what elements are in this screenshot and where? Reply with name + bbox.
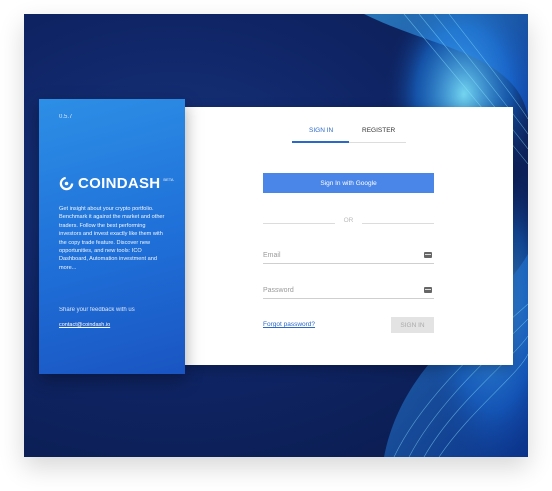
feedback-text: Share your feedback with us xyxy=(59,307,135,313)
google-sign-in-button[interactable]: Sign In with Google xyxy=(263,173,434,193)
active-tab-indicator xyxy=(292,141,349,143)
auth-tabs: SIGN IN REGISTER xyxy=(292,121,406,143)
tab-sign-in[interactable]: SIGN IN xyxy=(309,127,333,134)
contact-email-link[interactable]: contact@coindash.io xyxy=(59,322,110,328)
brand-description: Get insight about your crypto portfolio.… xyxy=(59,206,165,271)
coindash-logo-icon xyxy=(59,176,74,191)
email-placeholder: Email xyxy=(263,252,281,259)
password-placeholder: Password xyxy=(263,287,294,294)
beta-badge: BETA xyxy=(163,177,174,182)
sign-in-button[interactable]: SIGN IN xyxy=(391,317,434,333)
brand-name: COINDASH xyxy=(78,175,161,192)
password-field[interactable]: Password xyxy=(263,284,434,299)
keyboard-icon xyxy=(424,287,432,293)
or-divider: OR xyxy=(263,217,434,227)
email-field[interactable]: Email xyxy=(263,249,434,264)
forgot-password-link[interactable]: Forgot password? xyxy=(263,321,315,328)
auth-panel: SIGN IN REGISTER Sign In with Google OR … xyxy=(185,107,513,365)
brand-panel: 0.5.7 COINDASH BETA Get insight about yo… xyxy=(39,99,185,374)
tab-register[interactable]: REGISTER xyxy=(362,127,395,134)
brand-logo: COINDASH BETA xyxy=(59,175,174,192)
divider-line-right xyxy=(362,223,434,224)
app-version: 0.5.7 xyxy=(59,114,73,120)
keyboard-icon xyxy=(424,252,432,258)
